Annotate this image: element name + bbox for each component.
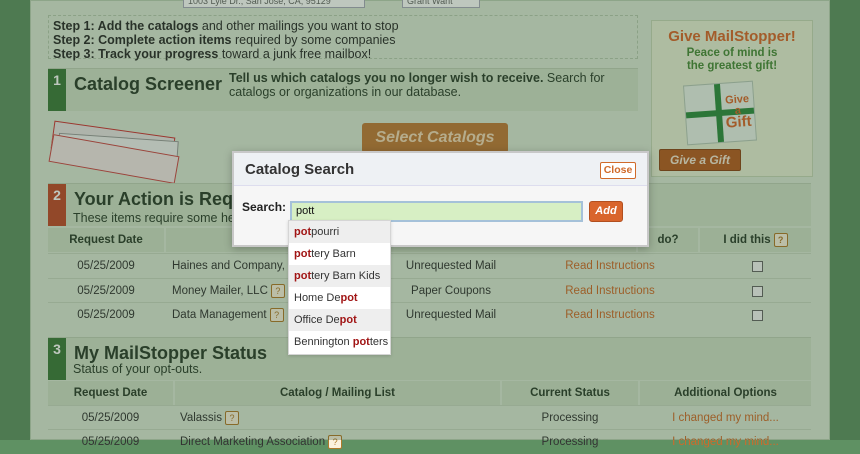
dialog-header: Catalog Search Close — [234, 153, 647, 186]
suggestion-item[interactable]: pottery Barn — [289, 243, 390, 265]
suggestion-item[interactable]: Office Depot — [289, 309, 390, 331]
search-suggestions: potpourri pottery Barn pottery Barn Kids… — [288, 220, 391, 355]
suggestion-item[interactable]: Home Depot — [289, 287, 390, 309]
suggestion-item[interactable]: potpourri — [289, 221, 390, 243]
add-button[interactable]: Add — [589, 201, 623, 222]
suggestion-item[interactable]: pottery Barn Kids — [289, 265, 390, 287]
suggestion-item[interactable]: Bennington potters — [289, 331, 390, 353]
close-button[interactable]: Close — [600, 162, 636, 179]
search-input[interactable]: pott — [290, 201, 583, 222]
dialog-title: Catalog Search — [245, 161, 355, 178]
search-label: Search: — [242, 200, 287, 214]
page: 1003 Lyle Dr., San Jose, CA, 95129 Grant… — [0, 0, 860, 449]
